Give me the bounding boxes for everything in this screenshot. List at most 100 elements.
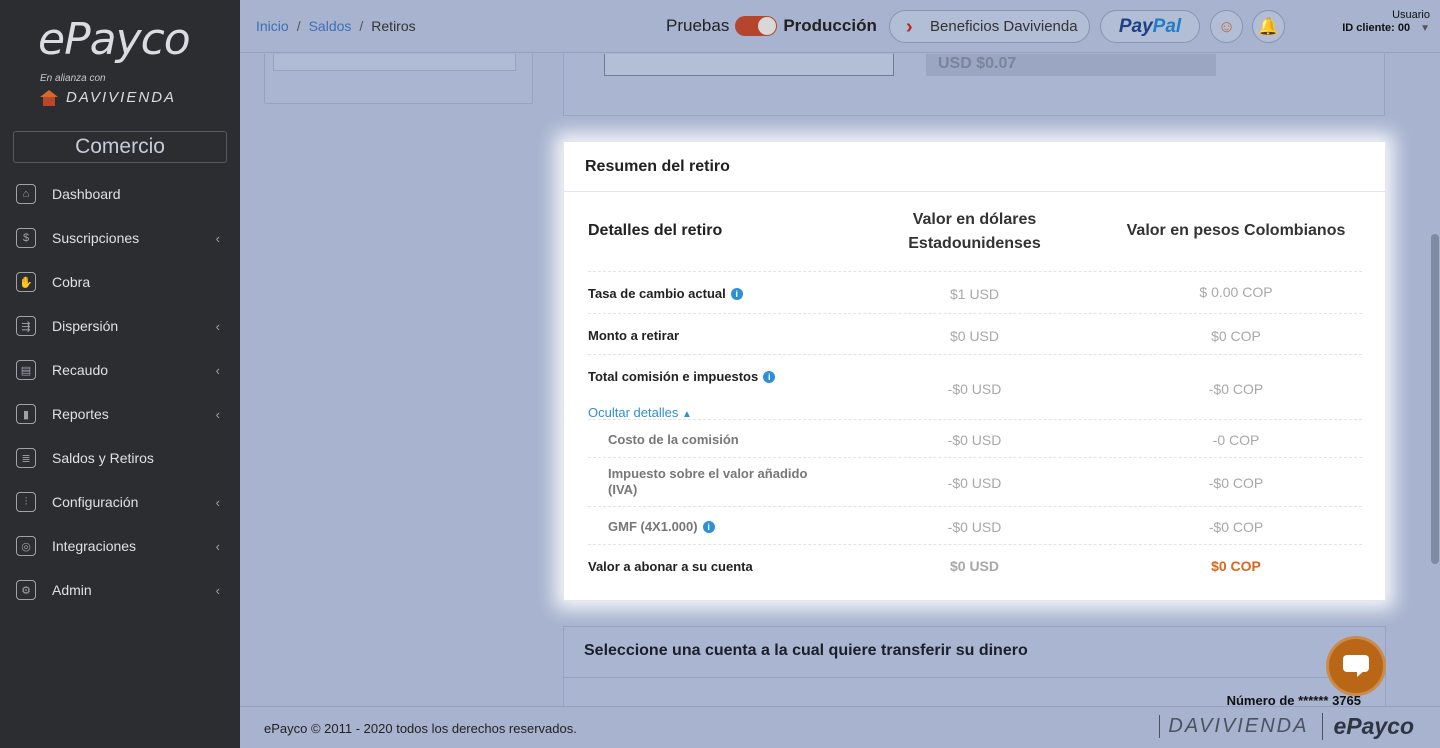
davivienda-wordmark: DAVIVIENDA (66, 89, 177, 106)
commission-cop: -0 COP (1212, 432, 1260, 448)
withdrawal-summary-card: Resumen del retiro Detalles del retiro V… (563, 141, 1386, 601)
davivienda-logo: DAVIVIENDA (40, 89, 176, 106)
balance-card: $0.07 USD (264, 54, 533, 104)
support-agent-button[interactable]: ☺ (1210, 10, 1243, 43)
sidebar-item-label: Suscripciones (52, 230, 140, 246)
topbar: Inicio / Saldos / Retiros Pruebas Producción… (240, 0, 1440, 53)
breadcrumb-separator: / (359, 18, 364, 34)
hide-details-link[interactable]: Ocultar detalles ▲ (588, 405, 692, 420)
balance-value: $0.07 USD (273, 54, 516, 71)
chevron-left-icon: ‹ (215, 362, 220, 378)
withdraw-form-card: USD $0.07 (563, 54, 1385, 116)
account-number[interactable]: Número de ****** 3765 (1227, 693, 1361, 706)
sidebar-item-saldos-y-retiros[interactable]: ≣ Saldos y Retiros (0, 436, 240, 480)
info-icon[interactable]: i (763, 371, 776, 383)
table-header: Detalles del retiro Valor en dólares Esta… (588, 192, 1362, 272)
collection-icon: ▤ (16, 360, 36, 380)
sidebar-item-label: Reportes (52, 406, 109, 422)
table-row-commission: Costo de la comisión -$0 USD -0 COP (588, 420, 1362, 458)
davivienda-house-icon (40, 89, 58, 106)
settings-sliders-icon: ⫶ (16, 492, 36, 512)
user-menu[interactable]: Usuario ID cliente: 00 ▼ (1342, 9, 1430, 34)
table-row-iva: Impuesto sobre el valor añadido (IVA) -$0… (588, 458, 1362, 507)
rate-cop: $ 0.00 COP (1199, 284, 1273, 300)
table-row-rate: Tasa de cambio actual i $1 USD $ 0.00 COP (588, 272, 1362, 314)
sidebar-item-dashboard[interactable]: ⌂ Dashboard (0, 172, 240, 216)
amount-usd: $0 USD (949, 328, 1000, 344)
fees-usd: -$0 USD (947, 381, 1002, 397)
header-usd: Valor en dólares Estadounidenses (908, 211, 1041, 252)
paypal-logo-a: Pay (1118, 15, 1153, 37)
scrollbar-thumb[interactable] (1431, 234, 1439, 564)
sidebar-item-recaudo[interactable]: ▤ Recaudo ‹ (0, 348, 240, 392)
withdraw-amount-input[interactable] (604, 54, 894, 76)
withdraw-usd-value: USD $0.07 (926, 54, 1216, 76)
sidebar-item-configuraci-n[interactable]: ⫶ Configuración ‹ (0, 480, 240, 524)
gmf-cop: -$0 COP (1208, 519, 1264, 535)
account-select-card: Seleccione una cuenta a la cual quiere t… (563, 626, 1386, 706)
table-row-fees: Total comisión e impuestos i Ocultar deta… (588, 355, 1362, 420)
sidebar: ePayco En alianza con DAVIVIENDA Comerci… (0, 0, 240, 748)
scrollbar[interactable] (1430, 54, 1440, 706)
footer-epayco-logo: ePayco (1322, 713, 1414, 740)
rate-usd: $1 USD (949, 286, 1000, 302)
breadcrumb-home[interactable]: Inicio (256, 18, 289, 34)
chevron-left-icon: ‹ (215, 318, 220, 334)
commission-label: Costo de la comisión (608, 432, 739, 447)
sidebar-item-cobra[interactable]: ✋ Cobra (0, 260, 240, 304)
sidebar-menu: ⌂ Dashboard $ Suscripciones ‹ ✋ Cobra ⇶ Dispersi… (0, 172, 240, 612)
info-icon[interactable]: i (730, 288, 743, 300)
sidebar-item-suscripciones[interactable]: $ Suscripciones ‹ (0, 216, 240, 260)
info-icon[interactable]: i (702, 521, 715, 533)
chevron-left-icon: ‹ (215, 406, 220, 422)
reports-icon: ▮ (16, 404, 36, 424)
breadcrumb-current: Retiros (371, 18, 416, 34)
sidebar-item-reportes[interactable]: ▮ Reportes ‹ (0, 392, 240, 436)
rate-label: Tasa de cambio actual i (588, 286, 743, 301)
paypal-logo-b: Pal (1152, 15, 1182, 37)
footer: ePayco © 2011 - 2020 todos los derechos … (240, 706, 1440, 748)
iva-cop: -$0 COP (1208, 475, 1264, 491)
sidebar-item-label: Cobra (52, 274, 91, 290)
total-label: Valor a abonar a su cuenta (588, 559, 753, 574)
alliance-text: En alianza con (40, 73, 106, 84)
paypal-button[interactable]: Pay Pal (1100, 10, 1200, 43)
client-id: ID cliente: 00 ▼ (1342, 22, 1430, 34)
breadcrumb: Inicio / Saldos / Retiros (256, 18, 416, 34)
sidebar-item-label: Saldos y Retiros (52, 450, 154, 466)
sidebar-item-integraciones[interactable]: ◎ Integraciones ‹ (0, 524, 240, 568)
sidebar-item-label: Admin (52, 582, 92, 598)
chevron-left-icon: ‹ (215, 230, 220, 246)
benefits-label: Beneficios Davivienda (930, 18, 1078, 35)
notifications-button[interactable]: 🔔 (1252, 10, 1285, 43)
benefits-button[interactable]: › Beneficios Davivienda (889, 10, 1090, 43)
chevron-left-icon: ‹ (215, 538, 220, 554)
chevron-up-icon: ▲ (681, 409, 692, 420)
integrations-icon: ◎ (16, 536, 36, 556)
section-title: Comercio (13, 131, 227, 163)
sidebar-item-dispersi-n[interactable]: ⇶ Dispersión ‹ (0, 304, 240, 348)
chat-icon (1343, 655, 1369, 677)
chevron-left-icon: ‹ (215, 582, 220, 598)
sidebar-item-label: Integraciones (52, 538, 137, 554)
environment-toggle[interactable] (735, 16, 778, 36)
summary-title: Resumen del retiro (564, 142, 1385, 192)
summary-table: Detalles del retiro Valor en dólares Esta… (588, 192, 1362, 587)
gmf-usd: -$0 USD (947, 519, 1002, 535)
copyright-text: ePayco © 2011 - 2020 todos los derechos … (264, 721, 577, 736)
amount-label: Monto a retirar (588, 328, 680, 343)
footer-brands: DAVIVIENDA ePayco (1159, 713, 1414, 740)
amount-cop: $0 COP (1211, 328, 1261, 344)
breadcrumb-balances[interactable]: Saldos (309, 18, 352, 34)
sidebar-item-admin[interactable]: ⚙ Admin ‹ (0, 568, 240, 612)
chat-button[interactable] (1326, 636, 1386, 696)
epayco-logo[interactable]: ePayco (38, 14, 191, 65)
divider (564, 677, 1385, 678)
caret-down-icon: ▼ (1420, 23, 1430, 34)
table-row-amount: Monto a retirar $0 USD $0 COP (588, 314, 1362, 355)
sidebar-item-label: Configuración (52, 494, 139, 510)
footer-davivienda-logo: DAVIVIENDA (1159, 715, 1308, 738)
sidebar-item-label: Dispersión (52, 318, 119, 334)
dispersion-icon: ⇶ (16, 316, 36, 336)
fees-label: Total comisión e impuestos i (588, 369, 776, 384)
